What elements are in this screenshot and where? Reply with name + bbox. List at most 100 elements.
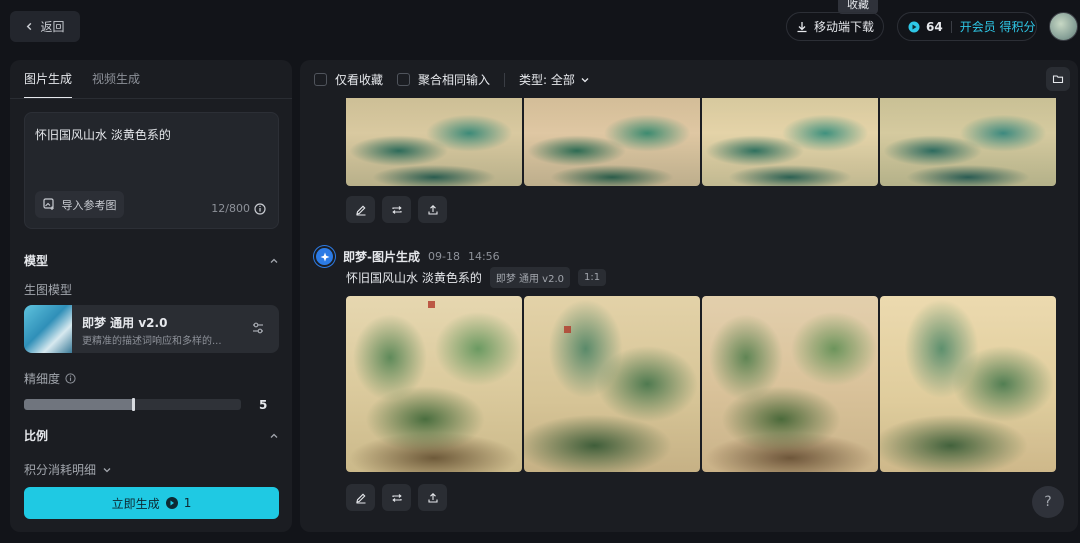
points-coin-icon — [165, 497, 178, 509]
chevron-left-icon — [27, 22, 32, 31]
tab-video-generation[interactable]: 视频生成 — [92, 70, 140, 99]
record-prompt[interactable]: 怀旧国风山水 淡黄色系的 — [346, 269, 482, 286]
edit-button[interactable] — [346, 484, 375, 511]
cost-details-label: 积分消耗明细 — [24, 463, 97, 477]
merge-inputs-checkbox[interactable] — [397, 73, 411, 86]
generate-label: 立即生成 — [111, 496, 160, 511]
repeat-icon — [391, 205, 402, 214]
model-tag: 即梦 通用 v2.0 — [489, 267, 571, 288]
record-header: 即梦-图片生成 09-18 14:56 — [314, 246, 500, 267]
upload-icon — [427, 492, 438, 503]
generation-settings-panel: 图片生成 视频生成 怀旧国风山水 淡黄色系的 导入参考图 12/800 模型 生… — [10, 60, 292, 532]
prompt-text[interactable]: 怀旧国风山水 淡黄色系的 — [35, 126, 171, 143]
type-filter-label: 类型: 全部 — [519, 73, 575, 87]
detail-label-row: 精细度 — [24, 370, 76, 387]
ratio-section-header[interactable]: 比例 — [24, 427, 279, 444]
results-panel: 仅看收藏 聚合相同输入 类型: 全部 即梦-图片生成 09-18 14:56 怀… — [300, 60, 1078, 532]
record-date: 09-18 — [427, 250, 460, 263]
folder-button[interactable] — [1046, 67, 1070, 91]
export-button[interactable] — [418, 196, 447, 223]
previous-images-row — [346, 98, 1056, 186]
ratio-tag: 1:1 — [578, 269, 607, 286]
pencil-icon — [355, 205, 365, 216]
model-description: 更精准的描述词响应和多样的... — [82, 336, 222, 347]
repeat-icon — [391, 493, 402, 502]
folder-icon — [1052, 75, 1064, 84]
model-selector[interactable]: 即梦 通用 v2.0 更精准的描述词响应和多样的... — [24, 305, 279, 353]
type-filter-dropdown[interactable]: 类型: 全部 — [519, 71, 590, 88]
detail-slider-fill — [24, 399, 133, 410]
regenerate-button[interactable] — [382, 196, 411, 223]
generated-image[interactable] — [524, 296, 700, 472]
prompt-input[interactable]: 怀旧国风山水 淡黄色系的 导入参考图 12/800 — [24, 112, 279, 229]
favorites-only-label: 仅看收藏 — [335, 73, 384, 87]
generated-image[interactable] — [346, 98, 522, 186]
help-button[interactable]: ? — [1032, 486, 1064, 518]
model-thumbnail — [24, 305, 72, 353]
seal-mark — [428, 301, 435, 308]
back-button[interactable]: 返回 — [10, 11, 80, 42]
model-section-title: 模型 — [24, 254, 49, 268]
record-title: 即梦-图片生成 — [343, 250, 420, 264]
mode-tabs: 图片生成 视频生成 — [24, 70, 140, 99]
points-box: 64 开会员 得积分 — [897, 12, 1037, 41]
points-count: 64 — [926, 19, 943, 34]
record-time: 14:56 — [467, 250, 500, 263]
info-icon[interactable] — [254, 202, 266, 215]
top-bar: 返回 收藏 移动端下载 64 开会员 得积分 — [0, 0, 1080, 56]
pencil-icon — [355, 493, 365, 504]
chevron-up-icon — [270, 258, 278, 263]
record-prompt-row: 怀旧国风山水 淡黄色系的 即梦 通用 v2.0 1:1 — [346, 267, 607, 288]
download-label: 移动端下载 — [813, 20, 874, 34]
export-button[interactable] — [418, 484, 447, 511]
upload-icon — [427, 204, 438, 215]
ratio-section-title: 比例 — [24, 429, 49, 443]
tabs-divider — [10, 98, 292, 99]
detail-slider[interactable] — [24, 398, 241, 411]
import-reference-button[interactable]: 导入参考图 — [35, 191, 124, 218]
image-actions-row — [346, 484, 447, 511]
info-icon[interactable] — [65, 373, 76, 384]
detail-label: 精细度 — [24, 372, 61, 386]
model-sub-label: 生图模型 — [24, 283, 73, 297]
chevron-up-icon — [270, 433, 278, 438]
favorites-only-toggle[interactable]: 仅看收藏 — [314, 71, 383, 88]
generate-button[interactable]: 立即生成 1 — [24, 487, 279, 519]
seal-mark — [564, 326, 571, 333]
char-count: 12/800 — [211, 202, 266, 215]
generated-image[interactable] — [880, 296, 1056, 472]
generated-images-row — [346, 296, 1056, 472]
filter-bar: 仅看收藏 聚合相同输入 类型: 全部 — [314, 71, 590, 88]
generate-cost: 1 — [183, 496, 192, 510]
generated-image[interactable] — [346, 296, 522, 472]
tab-image-generation[interactable]: 图片生成 — [24, 70, 73, 99]
regenerate-button[interactable] — [382, 484, 411, 511]
generated-image[interactable] — [702, 296, 878, 472]
cost-details-toggle[interactable]: 积分消耗明细 — [24, 461, 112, 478]
image-add-icon — [42, 198, 54, 210]
chevron-down-icon — [103, 467, 111, 472]
filter-divider — [504, 72, 506, 87]
points-coin-icon — [908, 21, 920, 32]
previous-actions-row — [346, 196, 447, 223]
chevron-down-icon — [581, 77, 589, 82]
merge-inputs-toggle[interactable]: 聚合相同输入 — [397, 71, 490, 88]
generated-image[interactable] — [880, 98, 1056, 186]
edit-button[interactable] — [346, 196, 375, 223]
back-label: 返回 — [40, 20, 65, 34]
generated-image[interactable] — [702, 98, 878, 186]
favorites-only-checkbox[interactable] — [314, 73, 327, 86]
detail-value: 5 — [259, 398, 268, 412]
merge-inputs-label: 聚合相同输入 — [418, 73, 491, 87]
generated-image[interactable] — [524, 98, 700, 186]
model-section-header[interactable]: 模型 — [24, 252, 279, 269]
user-avatar[interactable] — [1049, 12, 1078, 41]
points-divider — [950, 20, 952, 33]
mobile-download-button[interactable]: 移动端下载 — [786, 12, 884, 41]
vip-link[interactable]: 开会员 得积分 — [960, 18, 1036, 35]
jimeng-logo-icon — [314, 246, 335, 267]
import-reference-label: 导入参考图 — [61, 198, 117, 212]
sliders-icon[interactable] — [251, 321, 265, 335]
model-name: 即梦 通用 v2.0 — [82, 316, 168, 330]
detail-slider-handle[interactable] — [132, 398, 135, 411]
